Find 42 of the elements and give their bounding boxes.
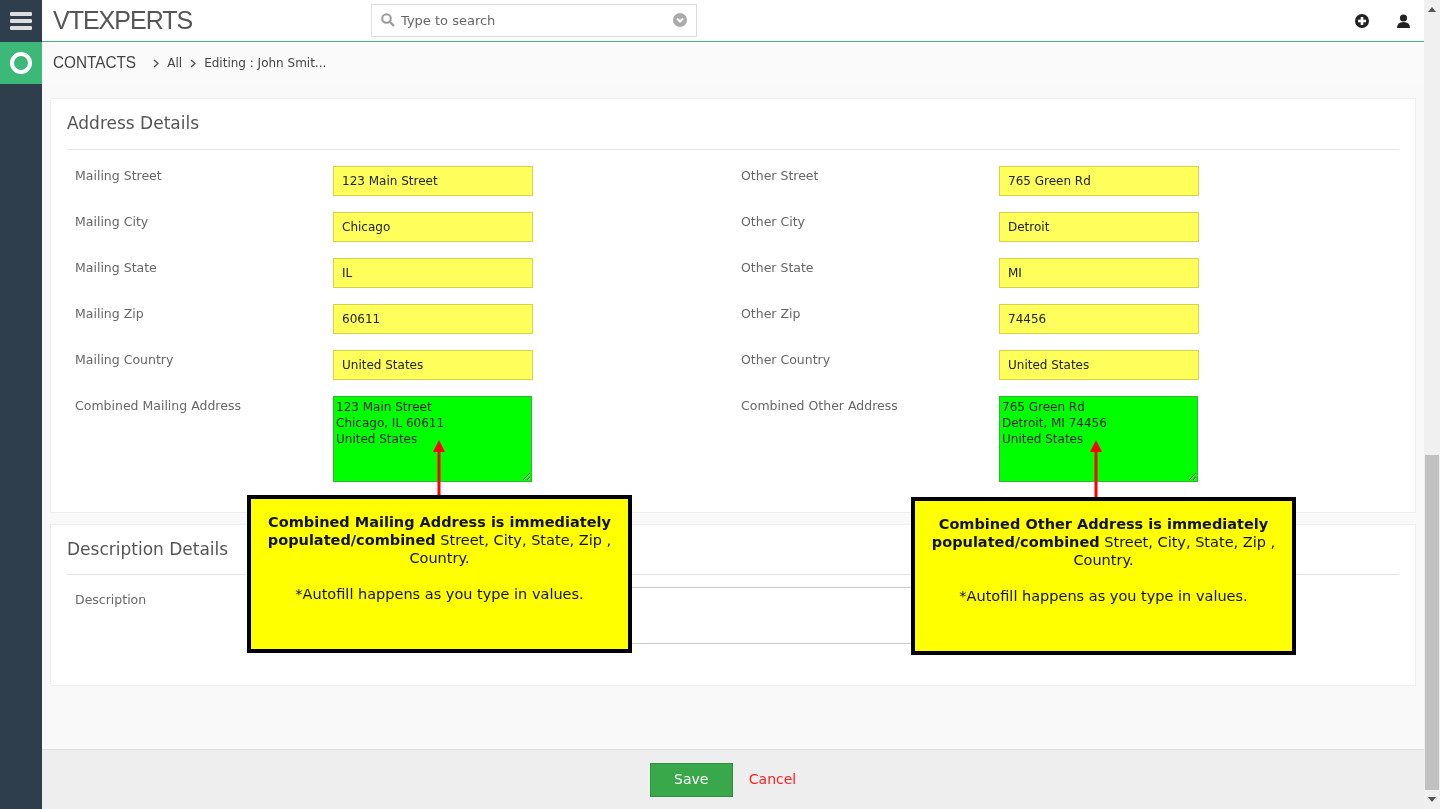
- field-label: Other State: [740, 258, 815, 277]
- field-label: Combined Other Address: [740, 396, 899, 415]
- input-field[interactable]: Detroit: [999, 211, 1199, 242]
- field-label: Other City: [740, 212, 806, 231]
- field-label: Mailing Country: [74, 350, 175, 369]
- input-field[interactable]: IL: [333, 257, 533, 288]
- up-arrow-icon: [1090, 440, 1102, 498]
- breadcrumb-item[interactable]: Editing : John Smit...: [204, 54, 327, 72]
- field-label: Combined Mailing Address: [74, 396, 242, 415]
- input-field[interactable]: 123 Main Street: [333, 165, 533, 196]
- input-field[interactable]: 765 Green Rd: [999, 165, 1199, 196]
- search-field[interactable]: Type to search: [371, 4, 697, 37]
- field-label: Mailing State: [74, 258, 158, 277]
- combined-address-field[interactable]: 123 Main Street Chicago, IL 60611 United States: [333, 395, 532, 482]
- user-icon[interactable]: [1397, 13, 1410, 28]
- input-field[interactable]: 74456: [999, 303, 1199, 334]
- callout-note: *Autofill happens as you type in values.: [294, 585, 585, 603]
- ring-icon: [10, 52, 32, 74]
- field-label: Other Street: [740, 166, 820, 185]
- input-field[interactable]: MI: [999, 257, 1199, 288]
- chevron-right-icon: [190, 58, 197, 68]
- add-icon[interactable]: [1355, 13, 1369, 28]
- input-field[interactable]: Chicago: [333, 211, 533, 242]
- search-icon: [381, 13, 395, 27]
- input-field[interactable]: United States: [333, 349, 533, 380]
- breadcrumb-item[interactable]: All: [167, 54, 183, 72]
- combined-address-field[interactable]: 765 Green Rd Detroit, MI 74456 United States: [999, 395, 1198, 482]
- input-field[interactable]: United States: [999, 349, 1199, 380]
- menu-icon[interactable]: [10, 12, 32, 30]
- input-field[interactable]: 60611: [333, 303, 533, 334]
- field-label: Mailing Zip: [74, 304, 145, 323]
- logo: VTEXPERTS: [53, 4, 194, 36]
- field-label: Mailing Street: [74, 166, 163, 185]
- field-label: Other Zip: [740, 304, 802, 323]
- field-label: Other Country: [740, 350, 832, 369]
- up-arrow-icon: [433, 440, 445, 498]
- section-title: Address Details: [67, 99, 1399, 150]
- callout-note: *Autofill happens as you type in values.: [958, 587, 1249, 605]
- field-label: Description: [75, 592, 147, 607]
- module-title[interactable]: CONTACTS: [53, 50, 136, 76]
- chevron-right-icon: [153, 58, 160, 68]
- field-label: Mailing City: [74, 212, 150, 231]
